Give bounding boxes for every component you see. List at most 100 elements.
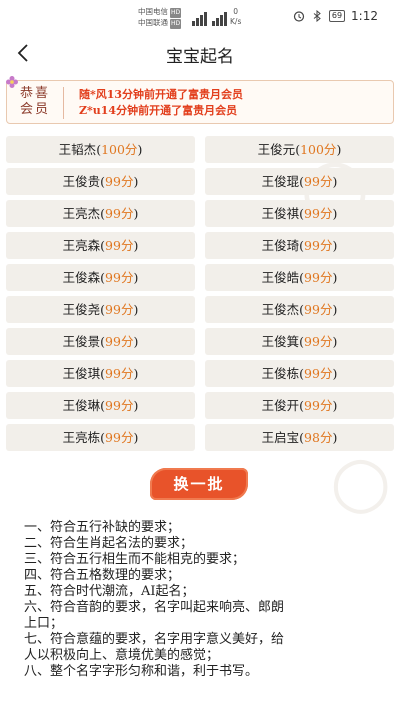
rule-line: 一、符合五行补缺的要求；	[24, 520, 181, 535]
name-text: 王亮杰	[62, 206, 101, 221]
name-text: 王俊尧	[62, 302, 101, 317]
name-option[interactable]: 王俊祺(99分)	[205, 200, 394, 227]
paren: )	[332, 334, 338, 349]
name-text: 王俊开	[261, 398, 300, 413]
naming-rules: 一、符合五行补缺的要求； 二、符合生肖起名法的要求； 三、符合五行相生而不能相克…	[24, 520, 384, 680]
notice-lines: 随*风13分钟前开通了富贵月会员 Z*u14分钟前开通了富贵月会员	[79, 87, 243, 119]
clock: 1:12	[351, 9, 378, 23]
name-option[interactable]: 王启宝(98分)	[205, 424, 394, 451]
paren: )	[332, 302, 338, 317]
name-score: 99分	[304, 270, 333, 285]
hd-badge: HD	[170, 8, 182, 18]
name-text: 王韬杰	[58, 142, 97, 157]
name-option[interactable]: 王俊琳(99分)	[6, 392, 195, 419]
name-option[interactable]: 王俊杰(99分)	[205, 296, 394, 323]
flower-icon	[6, 76, 18, 88]
bluetooth-icon	[313, 10, 321, 22]
name-option[interactable]: 王俊景(99分)	[6, 328, 195, 355]
name-text: 王俊祺	[261, 206, 300, 221]
hd-badge: HD	[170, 19, 182, 29]
notice-label: 恭喜会员	[20, 86, 51, 117]
name-option[interactable]: 王亮森(99分)	[6, 232, 195, 259]
speed-unit: K/s	[230, 17, 242, 26]
paren: )	[133, 206, 139, 221]
rule-line: 五、符合时代潮流，AI起名；	[24, 584, 195, 599]
member-notice: 恭喜会员 随*风13分钟前开通了富贵月会员 Z*u14分钟前开通了富贵月会员	[6, 76, 394, 124]
name-score: 99分	[304, 206, 333, 221]
status-right: 69 1:12	[293, 9, 378, 23]
name-text: 王俊贵	[62, 174, 101, 189]
notice-line: Z*u14分钟前开通了富贵月会员	[79, 104, 238, 117]
name-text: 王俊景	[62, 334, 101, 349]
name-score: 100分	[101, 142, 138, 157]
name-score: 99分	[304, 334, 333, 349]
rule-line: 人以积极向上、意境优美的感觉；	[24, 648, 220, 663]
paren: )	[133, 302, 139, 317]
name-score: 99分	[304, 398, 333, 413]
notice-divider	[63, 87, 64, 119]
carrier-1: 中国电信	[138, 7, 168, 16]
name-score: 99分	[105, 398, 134, 413]
alarm-icon	[293, 11, 304, 22]
name-text: 王俊皓	[261, 270, 300, 285]
paren: )	[133, 430, 139, 445]
name-text: 王俊琳	[62, 398, 101, 413]
paren: )	[332, 174, 338, 189]
name-option[interactable]: 王俊森(99分)	[6, 264, 195, 291]
signal-icon	[192, 10, 232, 26]
name-score: 99分	[304, 366, 333, 381]
name-text: 王俊元	[257, 142, 296, 157]
name-score: 99分	[105, 270, 134, 285]
name-option[interactable]: 王俊开(99分)	[205, 392, 394, 419]
name-option[interactable]: 王亮杰(99分)	[6, 200, 195, 227]
name-option[interactable]: 王俊尧(99分)	[6, 296, 195, 323]
rule-line: 六、符合音韵的要求，名字叫起来响亮、郎朗	[24, 600, 285, 615]
name-text: 王俊琪	[62, 366, 101, 381]
refresh-button[interactable]: 换一批	[150, 468, 248, 500]
paren: )	[133, 270, 139, 285]
name-text: 王俊杰	[261, 302, 300, 317]
background-watermark: ○	[330, 440, 392, 522]
name-option[interactable]: 王俊贵(99分)	[6, 168, 195, 195]
name-score: 100分	[300, 142, 337, 157]
title-bar: 宝宝起名	[0, 36, 400, 70]
name-score: 99分	[105, 206, 134, 221]
carrier-info: 中国电信 HD 中国联通 HD	[138, 7, 182, 29]
paren: )	[336, 142, 342, 157]
name-option[interactable]: 王亮栋(99分)	[6, 424, 195, 451]
name-option[interactable]: 王俊琪(99分)	[6, 360, 195, 387]
rule-line: 七、符合意蕴的要求，名字用字意义美好，给	[24, 632, 285, 647]
status-bar: 中国电信 HD 中国联通 HD 0 K/s 69 1:12	[0, 0, 400, 36]
name-option[interactable]: 王俊琨(99分)	[205, 168, 394, 195]
rule-line: 三、符合五行相生而不能相克的要求；	[24, 552, 246, 567]
rule-line: 四、符合五格数理的要求；	[24, 568, 181, 583]
name-option[interactable]: 王韬杰(100分)	[6, 136, 195, 163]
paren: )	[133, 366, 139, 381]
carrier-2: 中国联通	[138, 18, 168, 27]
paren: )	[133, 398, 139, 413]
name-score: 99分	[105, 430, 134, 445]
name-text: 王俊箕	[261, 334, 300, 349]
name-option[interactable]: 王俊皓(99分)	[205, 264, 394, 291]
name-text: 王俊栋	[261, 366, 300, 381]
paren: )	[332, 206, 338, 221]
page-title: 宝宝起名	[166, 47, 234, 67]
name-text: 王亮栋	[62, 430, 101, 445]
paren: )	[133, 174, 139, 189]
name-score: 99分	[304, 238, 333, 253]
rule-line: 八、整个名字字形匀称和谐，利于书写。	[24, 664, 259, 679]
name-text: 王俊琨	[261, 174, 300, 189]
name-score: 99分	[105, 238, 134, 253]
name-option[interactable]: 王俊元(100分)	[205, 136, 394, 163]
speed-value: 0	[233, 7, 239, 16]
name-score: 99分	[105, 302, 134, 317]
name-option[interactable]: 王俊栋(99分)	[205, 360, 394, 387]
name-text: 王俊森	[62, 270, 101, 285]
name-score: 98分	[304, 430, 333, 445]
network-speed: 0 K/s	[230, 7, 241, 27]
name-score: 99分	[105, 174, 134, 189]
name-option[interactable]: 王俊琦(99分)	[205, 232, 394, 259]
notice-line: 随*风13分钟前开通了富贵月会员	[79, 88, 244, 101]
name-option[interactable]: 王俊箕(99分)	[205, 328, 394, 355]
name-score: 99分	[304, 174, 333, 189]
